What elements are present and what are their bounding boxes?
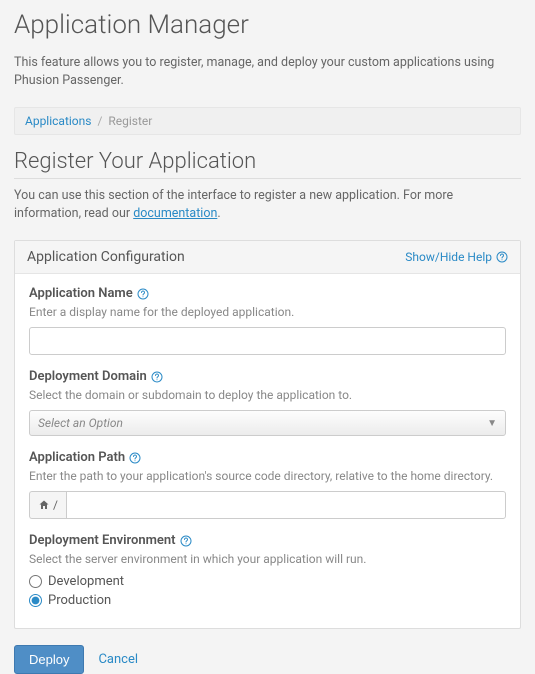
actions-row: Deploy Cancel: [14, 645, 521, 674]
app-path-input[interactable]: [66, 491, 506, 519]
show-hide-help-link[interactable]: Show/Hide Help: [405, 250, 508, 264]
env-prod-label: Production: [48, 593, 111, 608]
help-icon[interactable]: [137, 288, 149, 300]
show-hide-help-label: Show/Hide Help: [405, 250, 492, 264]
app-name-label: Application Name: [29, 286, 133, 301]
env-dev-row[interactable]: Development: [29, 574, 506, 589]
cancel-link[interactable]: Cancel: [98, 652, 138, 667]
env-dev-label: Development: [48, 574, 124, 589]
field-deploy-domain: Deployment Domain Select the domain or s…: [29, 369, 506, 436]
panel-body: Application Name Enter a display name fo…: [15, 274, 520, 628]
deploy-button[interactable]: Deploy: [14, 645, 84, 674]
deploy-domain-select[interactable]: Select an Option ▼: [29, 410, 506, 436]
config-panel: Application Configuration Show/Hide Help…: [14, 240, 521, 629]
field-app-path: Application Path Enter the path to your …: [29, 450, 506, 519]
path-prefix-slash: /: [53, 498, 58, 512]
help-icon[interactable]: [151, 371, 163, 383]
breadcrumb: Applications / Register: [14, 107, 521, 135]
field-deploy-env: Deployment Environment Select the server…: [29, 533, 506, 608]
page-intro: This feature allows you to register, man…: [14, 54, 521, 89]
deploy-domain-help: Select the domain or subdomain to deploy…: [29, 388, 506, 402]
page-title: Application Manager: [14, 10, 521, 40]
help-icon: [496, 251, 508, 263]
env-prod-radio[interactable]: [29, 594, 42, 607]
register-desc-suffix: .: [217, 206, 220, 221]
deploy-env-label: Deployment Environment: [29, 533, 176, 548]
register-title: Register Your Application: [14, 149, 521, 179]
deploy-domain-label: Deployment Domain: [29, 369, 147, 384]
deploy-env-help: Select the server environment in which y…: [29, 552, 506, 566]
breadcrumb-separator: /: [97, 114, 102, 128]
app-name-input[interactable]: [29, 327, 506, 355]
home-prefix: /: [29, 491, 66, 519]
app-path-label: Application Path: [29, 450, 125, 465]
help-icon[interactable]: [180, 535, 192, 547]
env-prod-row[interactable]: Production: [29, 593, 506, 608]
breadcrumb-root-link[interactable]: Applications: [25, 114, 91, 128]
register-desc: You can use this section of the interfac…: [14, 187, 521, 222]
documentation-link[interactable]: documentation: [133, 206, 217, 221]
app-path-help: Enter the path to your application's sou…: [29, 469, 506, 483]
deploy-domain-placeholder: Select an Option: [38, 416, 123, 430]
help-icon[interactable]: [129, 452, 141, 464]
chevron-down-icon: ▼: [487, 418, 497, 429]
app-name-help: Enter a display name for the deployed ap…: [29, 305, 506, 319]
home-icon: [38, 499, 50, 511]
register-desc-prefix: You can use this section of the interfac…: [14, 188, 453, 221]
env-dev-radio[interactable]: [29, 575, 42, 588]
panel-header: Application Configuration Show/Hide Help: [15, 241, 520, 274]
breadcrumb-current: Register: [108, 114, 152, 128]
panel-title: Application Configuration: [27, 249, 185, 265]
field-app-name: Application Name Enter a display name fo…: [29, 286, 506, 355]
